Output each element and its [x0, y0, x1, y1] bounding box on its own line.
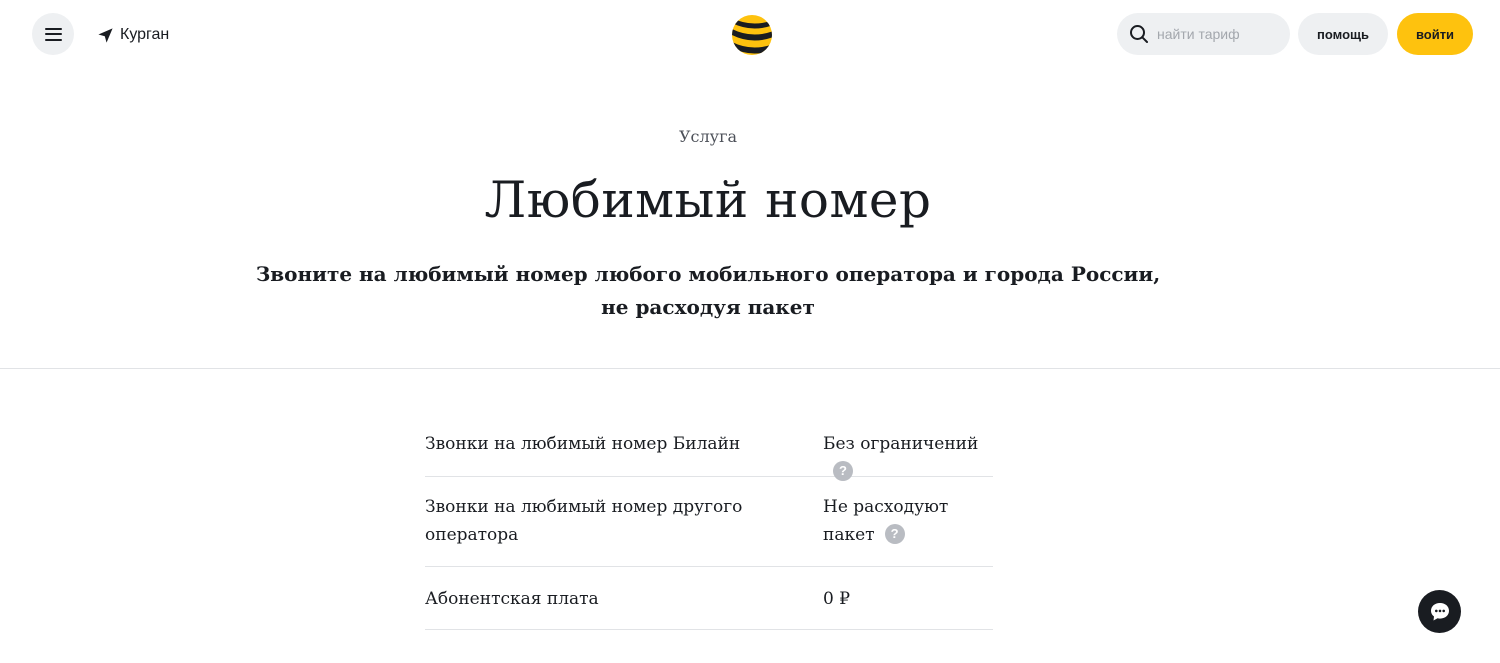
param-label: Абонентская плата: [425, 589, 599, 609]
beeline-logo[interactable]: [730, 13, 774, 57]
param-label-line-2: оператора: [425, 525, 519, 545]
search-input[interactable]: [1157, 26, 1287, 42]
params-row: Абонентская плата 0 ₽: [425, 567, 993, 630]
param-value: 0 ₽: [823, 589, 851, 609]
city-selector[interactable]: Курган: [97, 24, 169, 46]
city-name: Курган: [120, 26, 170, 43]
service-category: Услуга: [678, 127, 738, 146]
param-value-text: Без ограничений: [823, 434, 979, 454]
params-row: Звонки на любимый номер Билайн Без огран…: [425, 414, 993, 481]
help-button[interactable]: помощь: [1298, 13, 1388, 55]
param-value-line-2: пакет: [823, 525, 875, 545]
param-value-line-1: Не расходуют: [823, 497, 949, 517]
help-hint-icon[interactable]: ?: [884, 524, 905, 544]
chat-bubble-icon: [1430, 602, 1449, 620]
search-icon: [1130, 25, 1148, 43]
params-row: Звонки на любимый номер другого оператор…: [425, 477, 993, 567]
search-box[interactable]: [1117, 13, 1290, 55]
site-header: Курган помощь войти: [0, 0, 1500, 70]
login-button[interactable]: войти: [1397, 13, 1473, 55]
help-hint-icon[interactable]: ?: [833, 461, 853, 481]
chat-button[interactable]: [1418, 590, 1461, 633]
param-value: Без ограничений?: [823, 430, 993, 481]
param-label: Звонки на любимый номер Билайн: [425, 434, 741, 454]
page-subtitle: Звоните на любимый номер любого мобильно…: [0, 258, 1458, 324]
subtitle-line-1: Звоните на любимый номер любого мобильно…: [255, 262, 1161, 286]
hamburger-icon: [44, 27, 62, 41]
subtitle-line-2: не расходуя пакет: [601, 295, 815, 319]
param-value: Не расходуют пакет?: [823, 493, 993, 566]
page-title: Любимый номер: [484, 171, 932, 229]
param-label: Звонки на любимый номер другого оператор…: [425, 493, 823, 566]
location-arrow-icon: [98, 27, 113, 43]
param-label-line-1: Звонки на любимый номер другого: [425, 497, 743, 517]
service-params-table: Звонки на любимый номер Билайн Без огран…: [425, 414, 993, 630]
menu-button[interactable]: [32, 13, 74, 55]
section-divider: [0, 368, 1500, 369]
